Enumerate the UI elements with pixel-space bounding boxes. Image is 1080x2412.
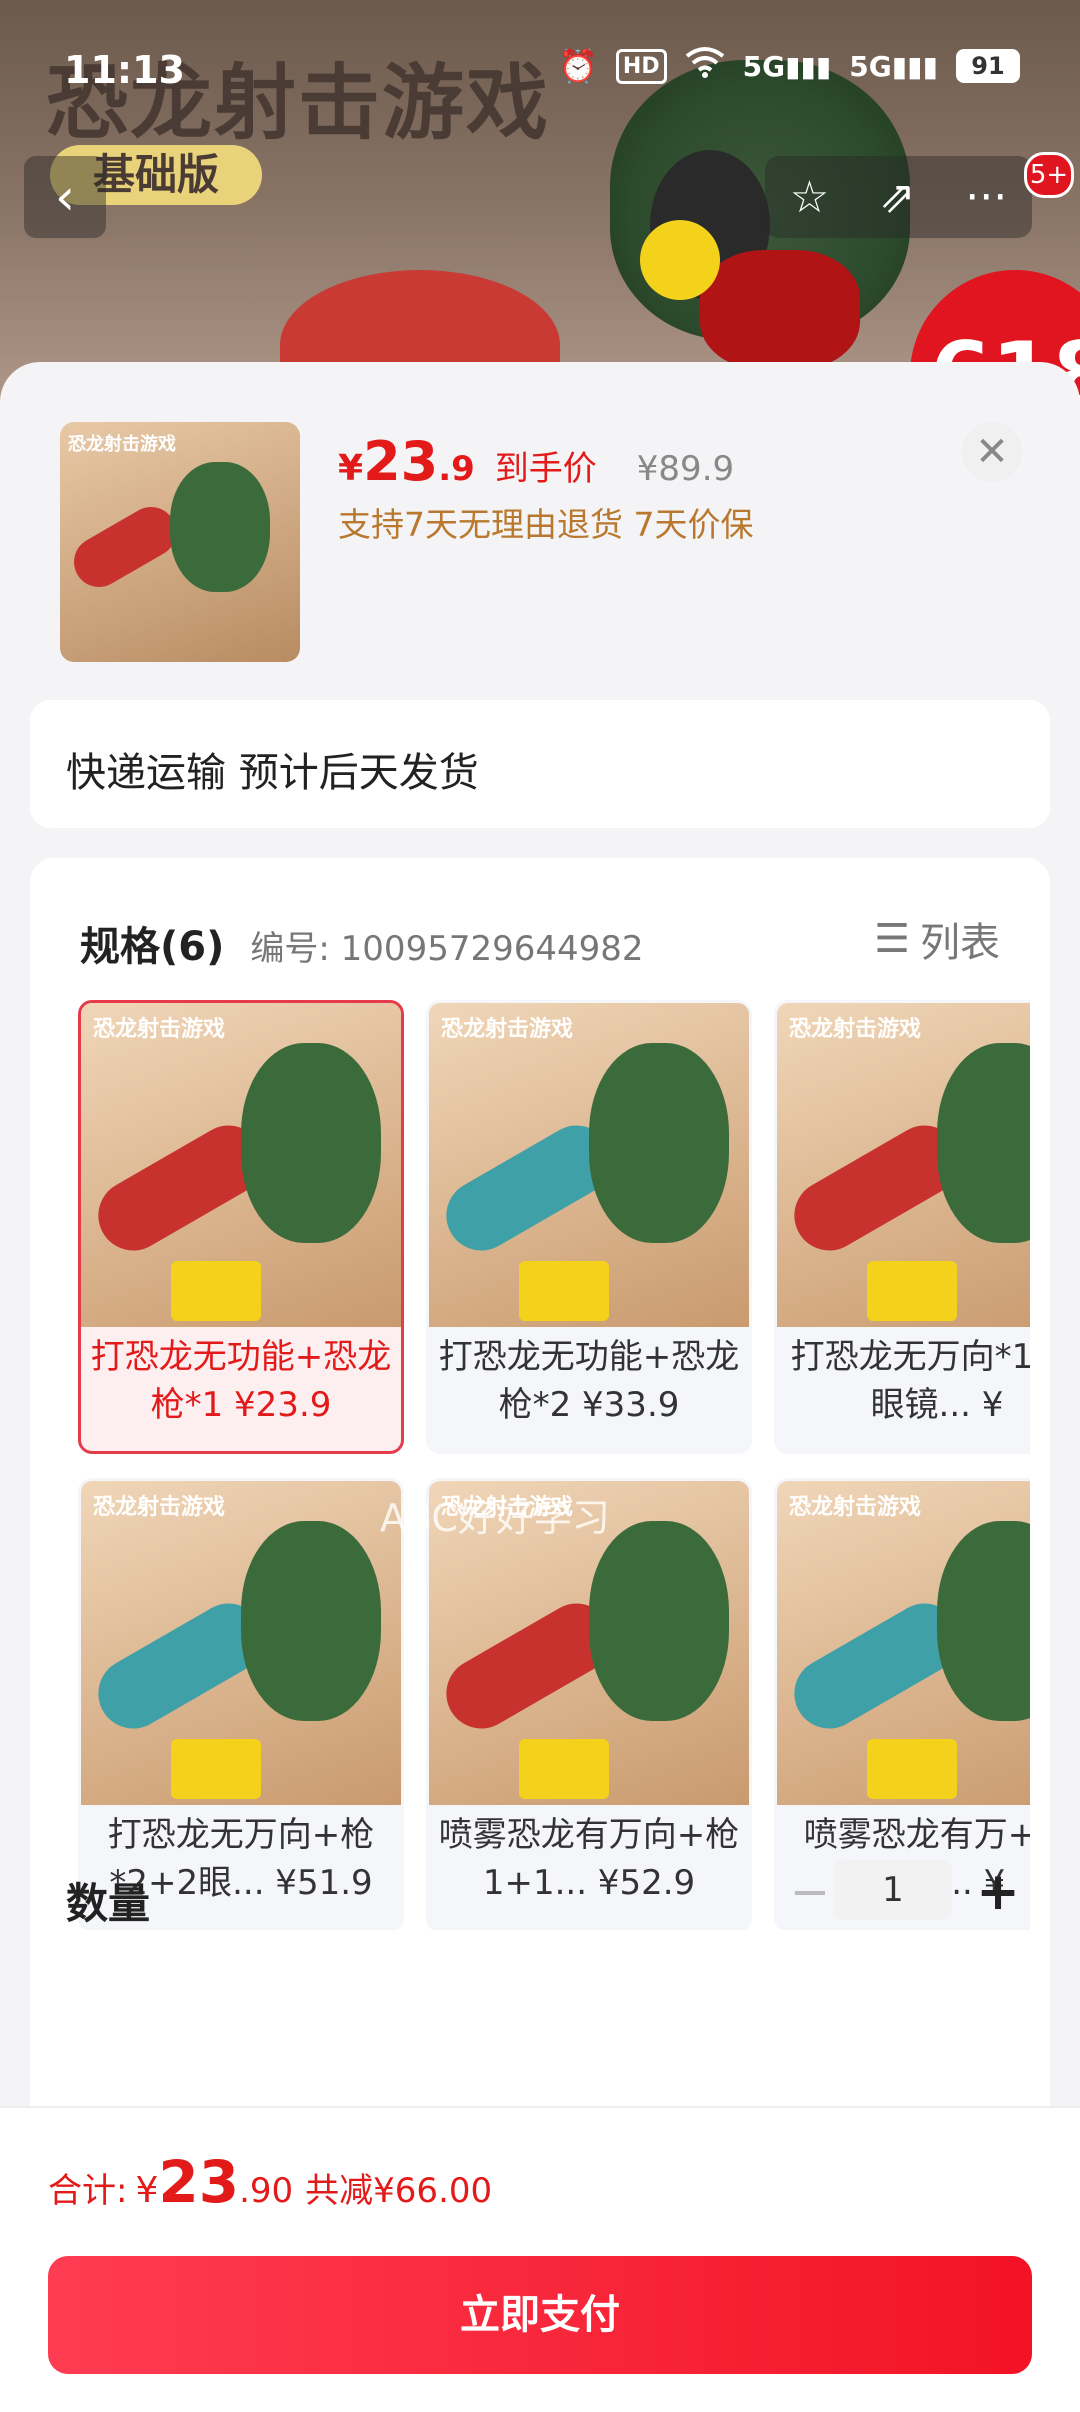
quantity-row: 数量 − 1 + xyxy=(50,1860,1030,1942)
spec-option-label: 打恐龙无功能+恐龙枪*1 ¥23.9 xyxy=(90,1337,392,1425)
back-button[interactable]: ‹ xyxy=(24,156,106,238)
banner-ball xyxy=(640,220,720,300)
thumb-gun xyxy=(64,497,186,597)
list-toggle-label: 列表 xyxy=(920,920,1000,966)
status-time: 11:13 xyxy=(64,48,185,92)
spec-option-label: 打恐龙无万向*1+1眼镜... ¥ xyxy=(790,1337,1030,1425)
signal-icon-1: 5G▮▮▮ xyxy=(742,49,832,83)
quantity-plus-button[interactable]: + xyxy=(968,1862,1028,1922)
spec-option-2[interactable]: 恐龙射击游戏 打恐龙无功能+恐龙枪*2 ¥33.9 xyxy=(426,1000,752,1454)
tile-title: 恐龙射击游戏 xyxy=(789,1495,922,1520)
favorite-star-icon[interactable]: ☆ xyxy=(790,172,829,223)
list-view-toggle[interactable]: ☰ 列表 xyxy=(874,910,1000,968)
price-note: 到手价 xyxy=(494,449,597,489)
close-icon: ✕ xyxy=(975,429,1009,475)
total-label: 合计: xyxy=(48,2171,128,2211)
product-header: 恐龙射击游戏 ¥ 23 .9 到手价 ¥89.9 支持7天无理由退货 7天价保 … xyxy=(0,362,1080,702)
action-group: ☆ ⇗ ··· xyxy=(765,156,1032,238)
tile-title: 恐龙射击游戏 xyxy=(441,1017,574,1042)
tile-dino xyxy=(937,1043,1030,1243)
close-button[interactable]: ✕ xyxy=(962,422,1022,482)
sku-sheet: 恐龙射击游戏 ¥ 23 .9 到手价 ¥89.9 支持7天无理由退货 7天价保 … xyxy=(0,362,1080,2412)
tile-dino xyxy=(241,1043,381,1243)
watermark-text: ABC好好学习 xyxy=(380,1496,610,1540)
chevron-left-icon: ‹ xyxy=(55,168,75,226)
product-thumbnail[interactable]: 恐龙射击游戏 xyxy=(60,422,300,662)
total-line: 合计: ¥ 23 .90 共减¥66.00 xyxy=(48,2148,492,2216)
spec-card: 规格(6) 编号: 10095729644982 ☰ 列表 恐龙射击游戏 打恐龙… xyxy=(30,858,1050,2258)
spec-option-image: 恐龙射击游戏 xyxy=(777,1003,1030,1327)
hd-icon: HD xyxy=(615,48,667,84)
tile-title: 恐龙射击游戏 xyxy=(93,1017,226,1042)
spec-option-1[interactable]: 恐龙射击游戏 打恐龙无功能+恐龙枪*1 ¥23.9 xyxy=(78,1000,404,1454)
alarm-icon: ⏰ xyxy=(558,47,598,85)
quantity-minus-button[interactable]: − xyxy=(780,1862,840,1922)
tile-balls xyxy=(519,1261,609,1321)
spec-header: 规格(6) 编号: 10095729644982 xyxy=(80,914,644,972)
price-decimal: .9 xyxy=(438,449,475,489)
total-discount: 共减¥66.00 xyxy=(305,2171,493,2211)
tile-dino xyxy=(589,1043,729,1243)
spec-grid: 恐龙射击游戏 打恐龙无功能+恐龙枪*1 ¥23.9 恐龙射击游戏 打恐龙无功能+… xyxy=(78,1000,1030,1930)
tile-title: 恐龙射击游戏 xyxy=(93,1495,226,1520)
guarantee-text: 支持7天无理由退货 7天价保 xyxy=(338,505,754,544)
price-currency: ¥ xyxy=(338,448,364,489)
original-price: ¥89.9 xyxy=(636,449,735,489)
spec-option-image: 恐龙射击游戏 xyxy=(81,1003,401,1327)
tile-balls xyxy=(171,1739,261,1799)
wifi-icon xyxy=(685,46,725,86)
tile-balls xyxy=(519,1739,609,1799)
spec-option-image: 恐龙射击游戏 xyxy=(777,1481,1030,1805)
thumb-title: 恐龙射击游戏 xyxy=(68,434,176,455)
tile-dino xyxy=(241,1521,381,1721)
tile-dino xyxy=(937,1521,1030,1721)
quantity-label: 数量 xyxy=(66,1879,151,1928)
list-icon: ☰ xyxy=(874,916,910,962)
notification-badge: 5+ xyxy=(1024,152,1074,198)
tile-dino xyxy=(589,1521,729,1721)
price-integer: 23 xyxy=(363,430,439,493)
thumb-dino xyxy=(170,462,270,592)
spec-option-image: 恐龙射击游戏 xyxy=(81,1481,401,1805)
total-decimal: .90 xyxy=(239,2171,294,2211)
checkout-bar: 合计: ¥ 23 .90 共减¥66.00 立即支付 xyxy=(0,2108,1080,2412)
spec-option-3[interactable]: 恐龙射击游戏 打恐龙无万向*1+1眼镜... ¥ xyxy=(774,1000,1030,1454)
quantity-input[interactable]: 1 xyxy=(834,1860,952,1920)
status-bar: 11:13 ⏰ HD 5G▮▮▮ 5G▮▮▮ 91 xyxy=(0,0,1080,130)
spec-sku: 编号: 10095729644982 xyxy=(250,929,644,969)
price-line: ¥ 23 .9 到手价 ¥89.9 xyxy=(338,430,734,493)
signal-icon-2: 5G▮▮▮ xyxy=(849,49,938,83)
more-icon[interactable]: ··· xyxy=(965,172,1007,223)
tile-balls xyxy=(171,1261,261,1321)
spec-option-image: 恐龙射击游戏 xyxy=(429,1003,749,1327)
tile-balls xyxy=(867,1739,957,1799)
battery-icon: 91 xyxy=(956,49,1020,83)
status-icons: ⏰ HD 5G▮▮▮ 5G▮▮▮ 91 xyxy=(558,46,1020,86)
spec-title: 规格(6) xyxy=(80,924,225,970)
shipping-text: 快递运输 预计后天发货 xyxy=(66,750,479,796)
total-integer: 23 xyxy=(158,2148,240,2216)
share-icon[interactable]: ⇗ xyxy=(879,172,916,223)
shipping-card: 快递运输 预计后天发货 xyxy=(30,700,1050,828)
banner-dino-tongue xyxy=(700,250,860,370)
tile-balls xyxy=(867,1261,957,1321)
pay-now-button[interactable]: 立即支付 xyxy=(48,2256,1032,2374)
tile-title: 恐龙射击游戏 xyxy=(789,1017,922,1042)
spec-option-label: 打恐龙无功能+恐龙枪*2 ¥33.9 xyxy=(438,1337,740,1425)
total-currency: ¥ xyxy=(135,2170,159,2211)
